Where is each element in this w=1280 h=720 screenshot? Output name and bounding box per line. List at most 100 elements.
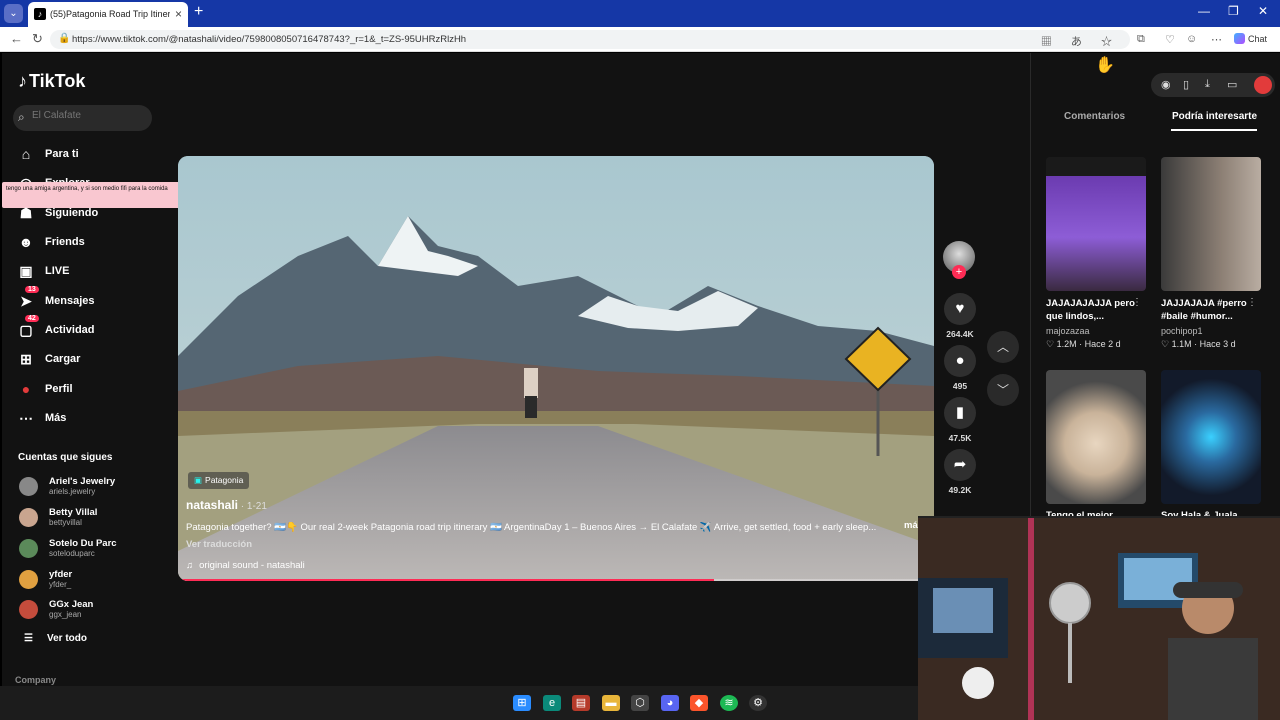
profile-avatar-icon[interactable]: ☺ <box>1186 33 1197 45</box>
browser-menu-icon[interactable]: ⋯ <box>1211 33 1222 46</box>
video-thumbnail <box>1046 370 1146 504</box>
translate-link[interactable]: Ver traducción <box>186 539 252 550</box>
sound-link[interactable]: ♫ original sound - natashali <box>186 560 305 571</box>
card-meta: ♡ 1.2M · Hace 2 d <box>1046 339 1121 349</box>
music-note-icon: ♫ <box>186 560 194 571</box>
extensions-icon[interactable]: ⧉ <box>1137 33 1145 46</box>
inbox-icon[interactable]: ▭ <box>1227 78 1237 91</box>
user-avatar[interactable] <box>1254 76 1272 94</box>
windows-start-icon[interactable]: ⊞ <box>513 695 531 711</box>
suggested-video-card[interactable]: JAJAJAJAJJA pero que lindos,... ⋮ majoza… <box>1046 157 1146 350</box>
url-field[interactable]: 🔒 https://www.tiktok.com/@natashali/vide… <box>50 30 1130 49</box>
people-walking <box>524 368 538 418</box>
address-bar-row: ← ↻ 🔒 https://www.tiktok.com/@natashali/… <box>0 27 1280 52</box>
card-more-icon[interactable]: ⋮ <box>1132 297 1142 308</box>
discord-icon[interactable]: ◕ <box>661 695 679 711</box>
account-handle: soteloduparc <box>49 549 95 558</box>
account-handle: bettyvillal <box>49 518 82 527</box>
comment-count: 495 <box>952 381 968 391</box>
nav-label: Más <box>45 412 67 424</box>
edge-browser-icon[interactable]: e <box>543 695 561 711</box>
location-tag[interactable]: ▣ Patagonia <box>188 472 250 489</box>
nav-label: LIVE <box>45 265 70 277</box>
maximize-icon[interactable]: ❐ <box>1228 4 1239 18</box>
video-author[interactable]: natashali · 1-21 <box>186 498 267 512</box>
share-button[interactable]: ➦ 49.2K <box>944 449 976 495</box>
address-bar-tools-icon[interactable]: ▦ あ ☆ <box>1041 33 1120 49</box>
card-more-icon[interactable]: ⋮ <box>1247 297 1257 308</box>
settings-app-icon[interactable]: ⚙ <box>749 695 767 711</box>
close-window-icon[interactable]: ✕ <box>1258 4 1268 18</box>
download-icon[interactable]: ⤓ <box>1205 78 1210 91</box>
card-likes: ♡ 1.2M <box>1046 339 1077 349</box>
active-tab-indicator <box>1171 129 1257 131</box>
account-handle: ariels.jewelry <box>49 487 96 496</box>
live-icon: ▣ <box>19 263 33 279</box>
copilot-icon <box>1234 33 1245 44</box>
tab-comments[interactable]: Comentarios <box>1064 111 1125 122</box>
previous-video-button[interactable]: ︿ <box>987 331 1019 363</box>
nav-label: Friends <box>45 236 85 248</box>
tiktok-logo[interactable]: ♪ TikTok <box>18 71 85 92</box>
new-tab-icon[interactable]: + <box>194 3 203 21</box>
suggested-video-card[interactable]: Soy Hala & Juala... <box>1161 370 1261 521</box>
close-tab-icon[interactable]: × <box>175 7 182 21</box>
suggested-video-card[interactable]: JAJJAJAJA #perro #baile #humor... ⋮ poch… <box>1161 157 1261 350</box>
next-video-button[interactable]: ﹀ <box>987 374 1019 406</box>
nav-label: Cargar <box>45 353 81 365</box>
minimize-icon[interactable]: — <box>1198 4 1210 18</box>
see-all-button[interactable]: ☰ Ver todo <box>24 633 101 644</box>
search-box[interactable]: ⌕ <box>13 105 152 131</box>
like-count: 264.4K <box>946 329 974 339</box>
activity-badge: 42 <box>25 315 39 322</box>
share-icon: ➦ <box>944 449 976 481</box>
device-icon[interactable]: ▯ <box>1183 78 1189 91</box>
comment-button[interactable]: ● 495 <box>944 345 976 391</box>
nav-label: Siguiendo <box>45 207 99 219</box>
app-icon[interactable]: ▤ <box>572 695 590 711</box>
reload-icon[interactable]: ↻ <box>32 31 43 47</box>
follow-plus-icon[interactable]: + <box>952 265 966 279</box>
hand-emoji-icon: ✋ <box>1095 57 1115 74</box>
following-account[interactable]: GGx Jean ggx_jean <box>19 596 149 622</box>
tab-actions-icon[interactable]: ⌄ <box>4 4 23 23</box>
following-account[interactable]: Sotelo Du Parc soteloduparc <box>19 535 149 561</box>
obs-icon[interactable]: ⬡ <box>631 695 649 711</box>
webcam-scene <box>918 518 1280 720</box>
back-icon[interactable]: ← <box>10 31 23 46</box>
coins-icon[interactable]: ◉ <box>1161 78 1171 91</box>
more-icon: ⋯ <box>19 410 33 426</box>
account-handle: ggx_jean <box>49 610 82 619</box>
bookmark-icon: ▮ <box>944 397 976 429</box>
video-caption: Patagonia together? 🇦🇷👇 Our real 2-week … <box>186 522 877 533</box>
video-frame-landscape <box>178 156 934 581</box>
tab-suggested[interactable]: Podría interesarte <box>1172 111 1257 122</box>
video-progress-bar[interactable] <box>180 579 932 581</box>
nav-label: Perfil <box>45 383 73 395</box>
favorites-icon[interactable]: ♡ <box>1165 33 1175 46</box>
brave-icon[interactable]: ◆ <box>690 695 708 711</box>
like-button[interactable]: ♥ 264.4K <box>944 293 976 339</box>
search-input[interactable] <box>32 110 142 121</box>
browser-tab[interactable]: ♪ (55)Patagonia Road Trip Itinerary × <box>28 2 188 27</box>
card-user: majozazaa <box>1046 326 1090 336</box>
search-icon: ⌕ <box>18 110 25 124</box>
list-icon: ☰ <box>24 633 33 644</box>
save-button[interactable]: ▮ 47.5K <box>944 397 976 443</box>
file-explorer-icon[interactable]: ▬ <box>602 695 620 711</box>
spotify-icon[interactable]: ≋ <box>720 695 738 711</box>
following-account[interactable]: Betty Villal bettyvillal <box>19 504 149 530</box>
card-time: Hace 3 d <box>1199 339 1236 349</box>
following-account[interactable]: Ariel's Jewelry ariels.jewelry <box>19 473 149 499</box>
avatar <box>19 539 38 558</box>
video-player[interactable]: ▣ Patagonia natashali · 1-21 Patagonia to… <box>178 156 934 581</box>
post-date: · 1-21 <box>238 501 267 512</box>
chat-label: Chat <box>1248 34 1268 44</box>
company-link[interactable]: Company <box>15 675 56 685</box>
following-account[interactable]: yfder yfder_ <box>19 566 149 592</box>
suggested-video-card[interactable]: Tengo el mejor... <box>1046 370 1146 521</box>
copilot-chat-button[interactable]: Chat <box>1234 33 1267 44</box>
author-name: natashali <box>186 498 239 512</box>
account-name: GGx Jean <box>49 599 94 610</box>
sidebar: ♪TikTok ⌕ ⌂ Para ti ◎ Explorar tengo una… <box>2 53 194 686</box>
